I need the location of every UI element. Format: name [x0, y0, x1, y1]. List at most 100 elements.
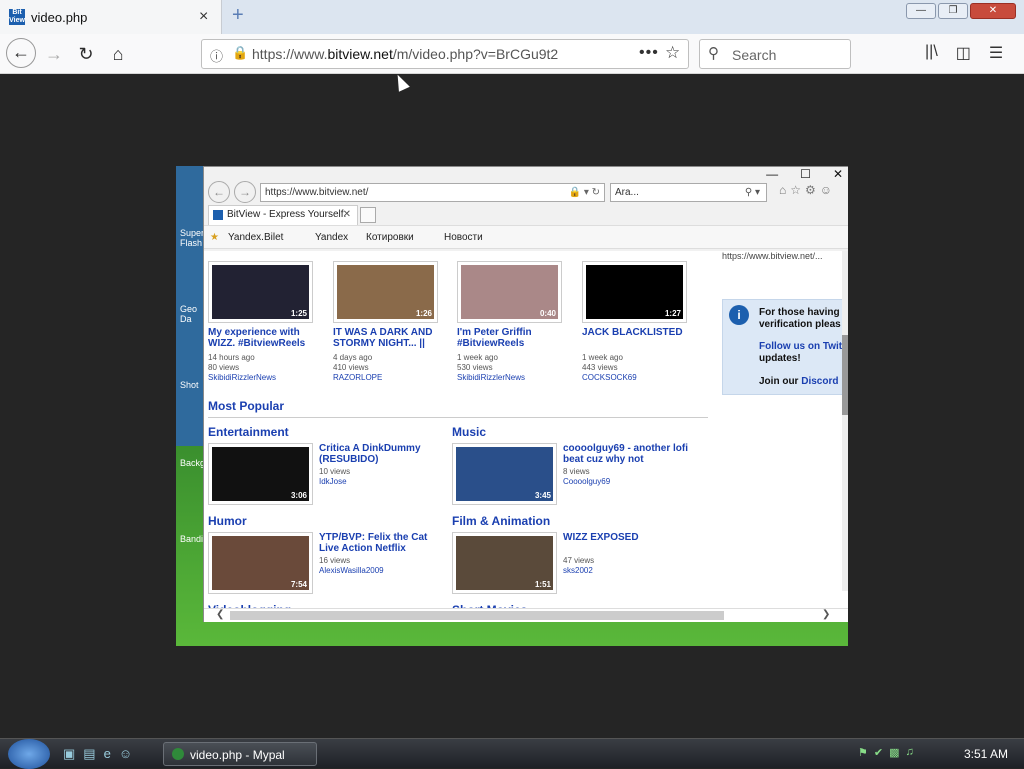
video-thumbnail[interactable]: 1:51 — [452, 532, 557, 594]
video-age: 1 week ago — [582, 353, 623, 362]
video-user[interactable]: SkibidiRizzlerNews — [457, 373, 525, 382]
tab-close-icon[interactable]: × — [199, 8, 208, 26]
restore-button[interactable]: ❐ — [938, 3, 968, 19]
video-card[interactable]: 0:40 I'm Peter Griffin #BitviewReels 1 w… — [457, 261, 575, 382]
site-info-icon[interactable]: ⓘ — [210, 46, 223, 65]
minimize-button[interactable]: — — [906, 3, 936, 19]
popular-video[interactable]: 3:45 coooolguy69 - another lofi beat cuz… — [452, 443, 692, 505]
menu-icon[interactable]: ☰ — [989, 43, 1003, 63]
category-entertainment[interactable]: Entertainment — [208, 425, 289, 439]
ie-search-icon[interactable]: ⚲ ▾ — [745, 184, 760, 201]
discord-link[interactable]: Discord — [801, 376, 838, 387]
video-thumbnail[interactable]: 3:06 — [208, 443, 313, 505]
switch-windows-icon[interactable]: ▤ — [83, 746, 95, 762]
video-title[interactable]: My experience with WIZZ. #BitviewReels — [208, 327, 326, 349]
popular-video[interactable]: 3:06 Critica A DinkDummy (RESUBIDO) 10 v… — [208, 443, 448, 505]
video-thumbnail[interactable]: 1:27 — [582, 261, 687, 323]
ie-icon[interactable]: e — [104, 746, 111, 762]
video-user[interactable]: sks2002 — [563, 566, 593, 575]
video-user[interactable]: COCKSOCK69 — [582, 373, 637, 382]
notice-box: i For those having verification pleas Fo… — [722, 299, 848, 395]
video-title[interactable]: YTP/BVP: Felix the Cat Live Action Netfl… — [319, 532, 449, 554]
scroll-thumb[interactable] — [230, 611, 724, 620]
vertical-scrollbar[interactable] — [842, 251, 848, 591]
video-thumbnail[interactable]: 1:26 — [333, 261, 438, 323]
video-title[interactable]: JACK BLACKLISTED — [582, 327, 700, 338]
messenger-icon[interactable]: ☺ — [119, 746, 132, 762]
favorite-yandex[interactable]: Yandex — [315, 232, 348, 243]
video-card[interactable]: 1:25 My experience with WIZZ. #BitviewRe… — [208, 261, 326, 382]
ie-lock-refresh-icon[interactable]: 🔒 ▾ ↻ — [569, 184, 600, 201]
ie-address-bar[interactable]: https://www.bitview.net/ 🔒 ▾ ↻ — [260, 183, 605, 202]
start-button[interactable] — [8, 739, 50, 769]
video-user[interactable]: IdkJose — [319, 477, 347, 486]
favorite-yandex-bilet[interactable]: Yandex.Bilet — [228, 232, 283, 243]
forward-button[interactable]: → — [40, 40, 68, 68]
video-title[interactable]: I'm Peter Griffin #BitviewReels — [457, 327, 575, 349]
ie-new-tab-button[interactable] — [360, 207, 376, 223]
flag-icon[interactable]: ⚑ — [858, 746, 868, 759]
volume-icon[interactable]: ♫ — [906, 746, 914, 759]
new-tab-button[interactable]: + — [232, 4, 244, 27]
bitview-favicon-icon: Bit View — [9, 9, 25, 25]
video-thumbnail[interactable]: 7:54 — [208, 532, 313, 594]
scroll-left-icon[interactable]: ❮ — [216, 609, 224, 620]
ie-maximize-button[interactable]: ☐ — [800, 167, 811, 181]
ie-minimize-button[interactable]: — — [766, 167, 778, 181]
ie-close-button[interactable]: ✕ — [833, 167, 843, 181]
ie-tab-close-icon[interactable]: ✕ — [343, 206, 351, 224]
horizontal-scrollbar[interactable]: ❮ ❯ — [204, 608, 848, 622]
video-user[interactable]: AlexisWasilla2009 — [319, 566, 384, 575]
show-desktop-icon[interactable]: ▣ — [63, 746, 75, 762]
tab-video-php[interactable]: Bit View video.php × — [0, 0, 222, 34]
video-title[interactable]: Critica A DinkDummy (RESUBIDO) — [319, 443, 449, 465]
window-controls: — ❐ ✕ — [906, 3, 1016, 19]
bookmark-star-icon[interactable]: ☆ — [665, 43, 680, 63]
video-thumbnail[interactable]: 3:45 — [452, 443, 557, 505]
video-views: 47 views — [563, 556, 595, 565]
video-thumbnail[interactable]: 0:40 — [457, 261, 562, 323]
back-button[interactable]: ← — [6, 38, 36, 68]
url-text[interactable]: https://www.bitview.net/m/video.php?v=Br… — [252, 46, 558, 62]
page-actions-icon[interactable]: ••• — [639, 44, 659, 62]
bitview-favicon-icon — [213, 210, 223, 220]
reload-button[interactable]: ↻ — [72, 40, 100, 68]
favorites-star-icon[interactable]: ★ — [210, 232, 219, 243]
ie-search-input[interactable]: Ara... ⚲ ▾ — [610, 183, 767, 202]
popular-video[interactable]: 7:54 YTP/BVP: Felix the Cat Live Action … — [208, 532, 448, 594]
video-thumbnail[interactable]: 1:25 — [208, 261, 313, 323]
window-close-button[interactable]: ✕ — [970, 3, 1016, 19]
video-card[interactable]: 1:26 IT WAS A DARK AND STORMY NIGHT... |… — [333, 261, 451, 382]
video-card[interactable]: 1:27 JACK BLACKLISTED 1 week ago 443 vie… — [582, 261, 700, 382]
video-frame: Super Flash Geo Da Shot Backgr Bandi — ☐… — [176, 166, 848, 646]
sidebar-icon[interactable]: ◫ — [956, 43, 971, 63]
network-icon[interactable]: ▩ — [889, 746, 899, 759]
video-user[interactable]: Coooolguy69 — [563, 477, 610, 486]
clock[interactable]: 3:51 AM — [964, 747, 1008, 761]
ie-toolbar-icons[interactable]: ⌂☆⚙☺ — [779, 183, 836, 197]
search-input[interactable]: ⚲ Search — [699, 39, 851, 69]
scroll-right-icon[interactable]: ❯ — [822, 609, 830, 620]
notice-follow[interactable]: Follow us on Twit updates! — [759, 341, 842, 365]
ie-forward-icon[interactable]: → — [234, 181, 256, 203]
popular-video[interactable]: 1:51 WIZZ EXPOSED 47 views sks2002 — [452, 532, 692, 594]
library-icon[interactable]: ||\ — [925, 43, 938, 63]
home-button[interactable]: ⌂ — [104, 40, 132, 68]
favorite-novosti[interactable]: Новости — [444, 232, 483, 243]
video-user[interactable]: SkibidiRizzlerNews — [208, 373, 276, 382]
ie-window: — ☐ ✕ ← → https://www.bitview.net/ 🔒 ▾ ↻… — [203, 166, 848, 622]
video-title[interactable]: coooolguy69 - another lofi beat cuz why … — [563, 443, 693, 465]
url-bar[interactable]: ⓘ 🔒 https://www.bitview.net/m/video.php?… — [201, 39, 689, 69]
scroll-thumb[interactable] — [842, 335, 848, 415]
favorite-kotirovki[interactable]: Котировки — [366, 232, 414, 243]
category-humor[interactable]: Humor — [208, 514, 247, 528]
security-icon[interactable]: ✔ — [874, 746, 883, 759]
category-film-animation[interactable]: Film & Animation — [452, 514, 550, 528]
video-user[interactable]: RAZORLOPE — [333, 373, 382, 382]
ie-tab-bitview[interactable]: BitView - Express Yourself. ✕ — [208, 205, 358, 225]
video-title[interactable]: WIZZ EXPOSED — [563, 532, 693, 543]
video-title[interactable]: IT WAS A DARK AND STORMY NIGHT... || — [333, 327, 451, 349]
ie-back-icon[interactable]: ← — [208, 181, 230, 203]
taskbar-task-mypal[interactable]: video.php - Mypal — [163, 742, 317, 766]
category-music[interactable]: Music — [452, 425, 486, 439]
